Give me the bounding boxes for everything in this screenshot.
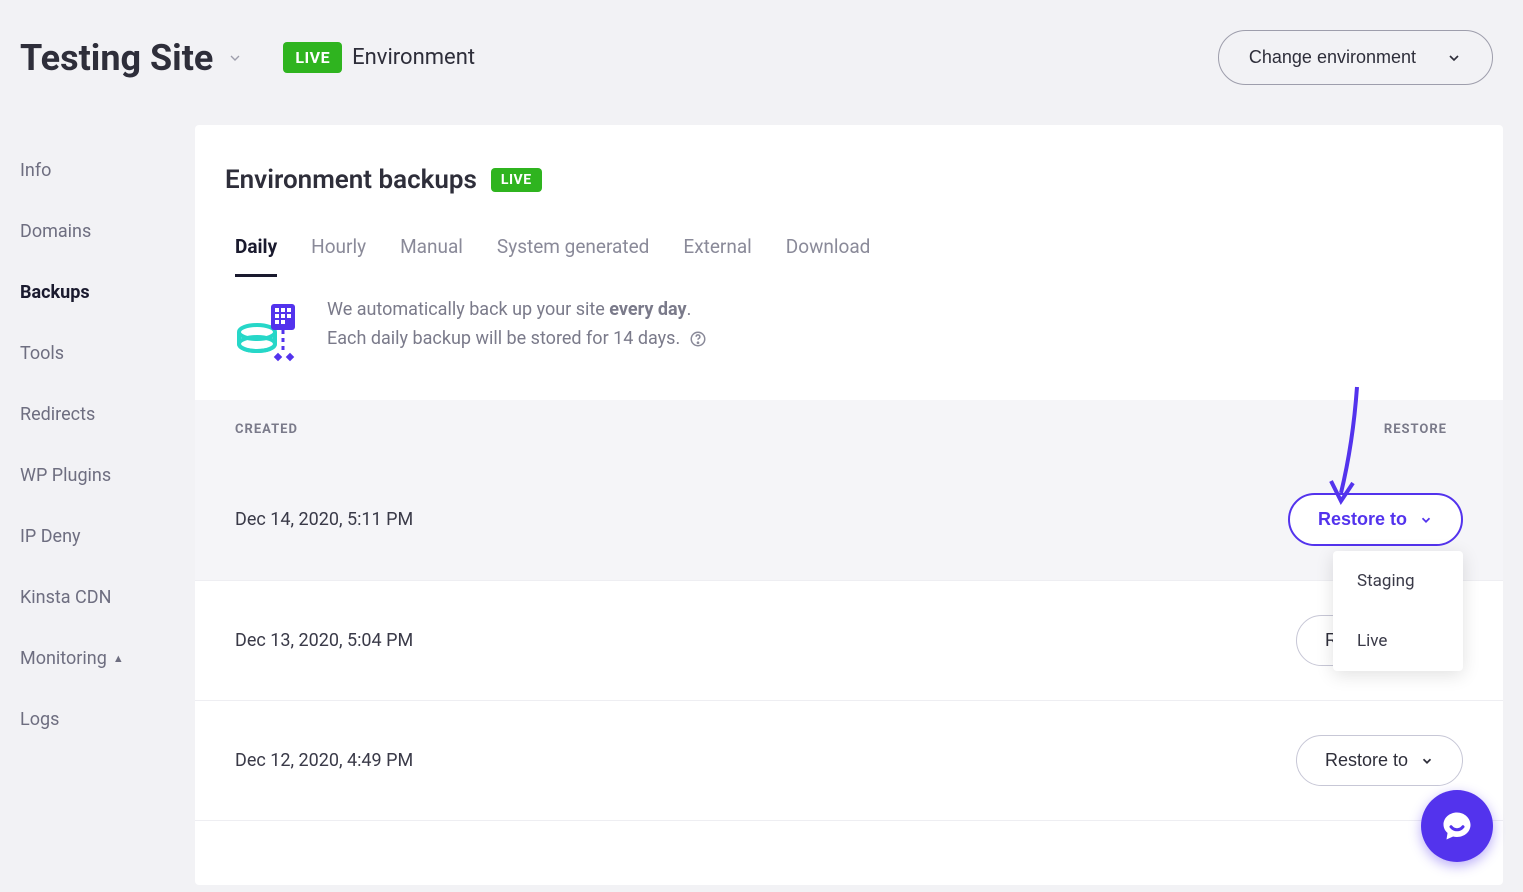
page-header: Testing Site LIVE Environment Change env… xyxy=(0,0,1523,125)
backup-tabs: Daily Hourly Manual System generated Ext… xyxy=(195,225,1503,278)
info-text-part: We automatically back up your site xyxy=(327,299,609,320)
chat-fab[interactable] xyxy=(1421,790,1493,862)
sidebar-item-kinsta-cdn[interactable]: Kinsta CDN xyxy=(20,567,180,628)
backup-row: Dec 14, 2020, 5:11 PM Restore to Staging… xyxy=(195,459,1503,581)
sidebar: Info Domains Backups Tools Redirects WP … xyxy=(0,140,180,750)
restore-to-button[interactable]: Restore to xyxy=(1288,493,1463,546)
tab-manual[interactable]: Manual xyxy=(400,225,463,277)
sidebar-item-ip-deny[interactable]: IP Deny xyxy=(20,506,180,567)
sidebar-item-label: Domains xyxy=(20,221,91,242)
panel-header: Environment backups LIVE xyxy=(195,165,1503,225)
sidebar-item-label: WP Plugins xyxy=(20,465,111,486)
backup-illustration-icon xyxy=(231,296,301,370)
monitoring-indicator-icon: ▲ xyxy=(113,652,124,665)
sidebar-item-label: Monitoring xyxy=(20,648,107,669)
restore-to-button[interactable]: Restore to xyxy=(1296,735,1463,786)
chevron-down-icon xyxy=(1420,754,1434,768)
backup-info: We automatically back up your site every… xyxy=(195,278,1503,400)
chevron-down-icon xyxy=(1446,50,1462,66)
dropdown-item-live[interactable]: Live xyxy=(1333,611,1463,671)
dropdown-item-staging[interactable]: Staging xyxy=(1333,551,1463,611)
tab-external[interactable]: External xyxy=(683,225,751,277)
env-label: Environment xyxy=(352,45,475,70)
chat-icon xyxy=(1439,808,1475,844)
change-environment-label: Change environment xyxy=(1249,47,1416,68)
sidebar-item-label: Redirects xyxy=(20,404,95,425)
sidebar-item-label: Logs xyxy=(20,709,59,730)
tab-download[interactable]: Download xyxy=(786,225,871,277)
change-environment-button[interactable]: Change environment xyxy=(1218,30,1493,85)
tab-hourly[interactable]: Hourly xyxy=(311,225,366,277)
info-text-part: Each daily backup will be stored for 14 … xyxy=(327,328,680,349)
created-cell: Dec 12, 2020, 4:49 PM xyxy=(235,750,413,771)
backup-row: Dec 13, 2020, 5:04 PM Restore to xyxy=(195,581,1503,701)
panel-title: Environment backups xyxy=(225,165,477,195)
sidebar-item-backups[interactable]: Backups xyxy=(20,262,180,323)
backup-info-text: We automatically back up your site every… xyxy=(327,296,707,354)
backup-row: Dec 12, 2020, 4:49 PM Restore to xyxy=(195,701,1503,821)
info-text-strong: every day xyxy=(609,299,686,320)
sidebar-item-wp-plugins[interactable]: WP Plugins xyxy=(20,445,180,506)
restore-dropdown: Staging Live xyxy=(1333,551,1463,671)
restore-label: Restore to xyxy=(1318,509,1407,530)
created-cell: Dec 13, 2020, 5:04 PM xyxy=(235,630,413,651)
sidebar-item-label: Tools xyxy=(20,343,64,364)
panel-live-badge: LIVE xyxy=(491,168,542,192)
created-cell: Dec 14, 2020, 5:11 PM xyxy=(235,509,413,530)
help-icon[interactable] xyxy=(689,330,707,348)
tab-system-generated[interactable]: System generated xyxy=(497,225,649,277)
sidebar-item-redirects[interactable]: Redirects xyxy=(20,384,180,445)
sidebar-item-domains[interactable]: Domains xyxy=(20,201,180,262)
col-created: CREATED xyxy=(235,422,298,437)
sidebar-item-logs[interactable]: Logs xyxy=(20,689,180,750)
info-text-part: . xyxy=(687,299,692,320)
sidebar-item-label: Backups xyxy=(20,282,90,303)
site-title: Testing Site xyxy=(20,37,213,79)
sidebar-item-label: Info xyxy=(20,160,51,181)
env-live-badge: LIVE xyxy=(283,42,342,73)
sidebar-item-label: Kinsta CDN xyxy=(20,587,111,608)
sidebar-item-info[interactable]: Info xyxy=(20,140,180,201)
backup-table-header: CREATED RESTORE xyxy=(195,400,1503,459)
site-switcher-chevron-icon[interactable] xyxy=(227,50,243,66)
restore-label: Restore to xyxy=(1325,750,1408,771)
tab-daily[interactable]: Daily xyxy=(235,225,277,277)
sidebar-item-tools[interactable]: Tools xyxy=(20,323,180,384)
sidebar-item-label: IP Deny xyxy=(20,526,81,547)
chevron-down-icon xyxy=(1419,513,1433,527)
sidebar-item-monitoring[interactable]: Monitoring ▲ xyxy=(20,628,180,689)
col-restore: RESTORE xyxy=(1384,422,1447,437)
main-panel: Environment backups LIVE Daily Hourly Ma… xyxy=(195,125,1503,885)
